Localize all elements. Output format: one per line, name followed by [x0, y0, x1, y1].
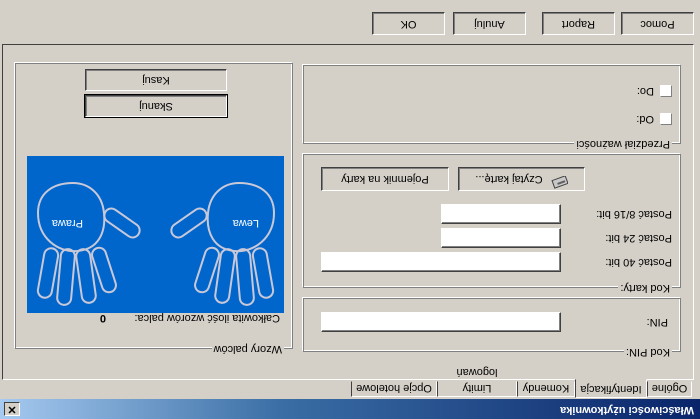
- cancel-button[interactable]: Anuluj: [453, 12, 526, 35]
- window-title: Właściwości użytkownika: [560, 404, 694, 416]
- scan-button[interactable]: Skanuj: [84, 94, 228, 118]
- fingerprint-count-value: 0: [99, 312, 106, 324]
- pin-group-label: Kod PIN:: [623, 346, 672, 358]
- hands-panel: Lewa Prawa: [27, 156, 284, 313]
- bits40-input[interactable]: [321, 252, 561, 272]
- valid-from-label: Od:: [636, 113, 654, 125]
- right-finger-2: [56, 248, 76, 306]
- report-button[interactable]: Raport: [542, 12, 615, 35]
- card-code-group-label: Kod karty:: [618, 282, 672, 294]
- title-bar: Właściwości użytkownika ✕: [0, 399, 700, 419]
- right-thumb: [103, 207, 141, 239]
- tab-hotel-options[interactable]: Opcje hotelowe: [351, 381, 437, 397]
- left-finger-1: [251, 247, 275, 299]
- fingerprints-group-label: Wzory palców: [211, 343, 284, 355]
- tab-general[interactable]: Ogólne: [647, 381, 692, 397]
- right-finger-1: [36, 247, 60, 299]
- hands-diagram: [36, 181, 276, 306]
- left-thumb: [170, 207, 208, 239]
- pin-label: PIN:: [646, 316, 668, 328]
- user-properties-dialog: Właściwości użytkownika ✕ Ogólne Identyf…: [0, 0, 700, 419]
- pin-input[interactable]: [321, 312, 561, 332]
- right-finger-3: [75, 248, 97, 304]
- valid-to-checkbox[interactable]: [660, 85, 672, 97]
- ok-button[interactable]: OK: [372, 12, 445, 35]
- fingerprint-count-label: Całkowita ilość wzorów palca:: [134, 312, 281, 324]
- card-container-button[interactable]: Pojemnik na karty: [321, 167, 449, 191]
- bits816-input[interactable]: [441, 204, 561, 224]
- left-finger-3: [214, 248, 236, 304]
- tab-identification[interactable]: Identyfikacja: [575, 379, 647, 398]
- right-hand-label: Prawa: [51, 217, 83, 229]
- read-card-button[interactable]: Czytaj kartę...: [458, 167, 585, 191]
- tab-commands[interactable]: Komendy: [517, 381, 575, 397]
- bits24-label: Postać 24 bit:: [605, 232, 672, 244]
- tab-login-limits[interactable]: Limity logowań: [437, 366, 517, 397]
- validity-group: Przedział ważności: [303, 65, 681, 150]
- valid-to-label: Do:: [636, 85, 654, 97]
- card-reader-icon: [550, 168, 569, 190]
- left-hand-label: Lewa: [232, 217, 259, 229]
- help-button[interactable]: Pomoc: [621, 12, 694, 35]
- delete-button[interactable]: Kasuj: [85, 69, 227, 91]
- bits24-input[interactable]: [441, 228, 561, 248]
- bits816-label: Postać 8/16 bit:: [596, 208, 672, 220]
- valid-from-checkbox[interactable]: [660, 113, 672, 125]
- read-card-label: Czytaj kartę...: [475, 173, 543, 185]
- close-icon[interactable]: ✕: [4, 402, 20, 416]
- validity-group-label: Przedział ważności: [574, 138, 672, 150]
- bits40-label: Postać 40 bit:: [605, 256, 672, 268]
- left-finger-2: [235, 248, 255, 306]
